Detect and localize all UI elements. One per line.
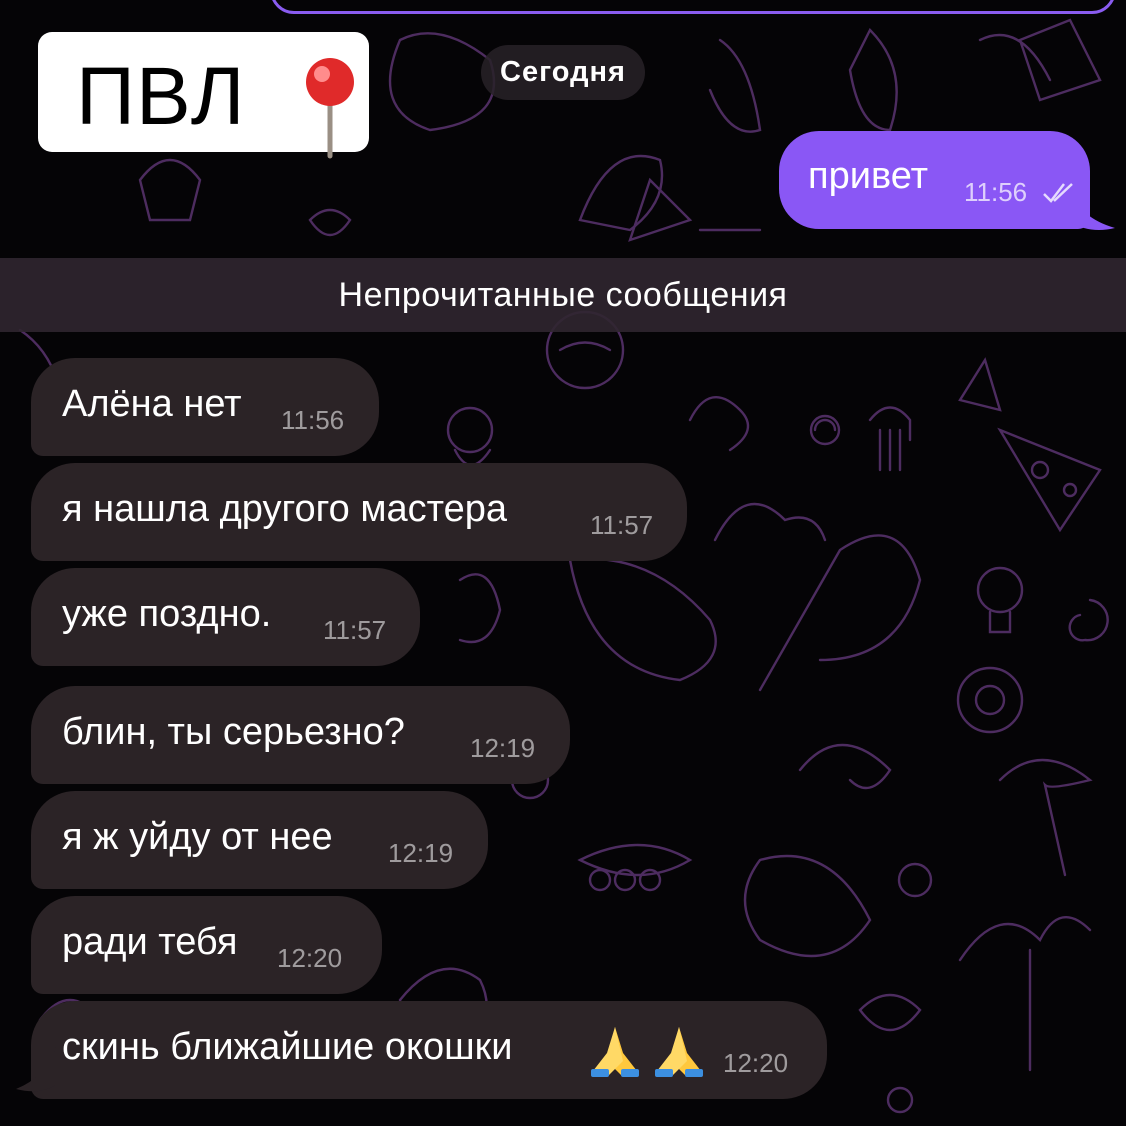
date-separator: Сегодня	[481, 45, 645, 100]
outgoing-bubble-tail	[1070, 190, 1115, 230]
message-time: 11:57	[590, 510, 654, 540]
outgoing-message[interactable]: привет 11:56	[779, 131, 1090, 229]
message-text: Алёна нет	[62, 383, 242, 425]
overlay-label-text: ПВЛ	[76, 51, 246, 142]
incoming-message[interactable]: ради тебя 12:20	[31, 896, 382, 994]
message-text: скинь ближайшие окошки	[62, 1026, 513, 1068]
message-text: блин, ты серьезно?	[62, 711, 405, 753]
message-time: 12:20	[277, 943, 343, 973]
round-pushpin-icon	[306, 58, 354, 159]
message-time: 12:20	[723, 1048, 789, 1078]
message-time: 12:19	[388, 838, 454, 868]
message-time: 11:56	[281, 405, 345, 435]
folded-hands-icon	[591, 1027, 703, 1077]
incoming-message[interactable]: блин, ты серьезно? 12:19	[31, 686, 570, 784]
incoming-message[interactable]: Алёна нет 11:56	[31, 358, 379, 456]
message-time: 12:19	[470, 733, 536, 763]
message-text: ради тебя	[62, 921, 238, 963]
overlay-label: ПВЛ	[38, 32, 369, 159]
message-time: 11:56	[964, 177, 1028, 207]
message-text: я ж уйду от нее	[62, 816, 333, 858]
incoming-bubble-tail	[16, 1047, 56, 1092]
cropped-previous-bubble	[270, 0, 1116, 14]
message-text: уже поздно.	[62, 593, 272, 635]
incoming-message[interactable]: я ж уйду от нее 12:19	[31, 791, 488, 889]
message-text: я нашла другого мастера	[62, 488, 507, 530]
incoming-message[interactable]: я нашла другого мастера 11:57	[31, 463, 687, 561]
unread-messages-separator: Непрочитанные сообщения	[0, 258, 1126, 332]
message-time: 11:57	[323, 615, 387, 645]
incoming-message[interactable]: скинь ближайшие окошки 12:20	[31, 1001, 827, 1099]
incoming-message[interactable]: уже поздно. 11:57	[31, 568, 420, 666]
message-text: привет	[808, 155, 928, 197]
